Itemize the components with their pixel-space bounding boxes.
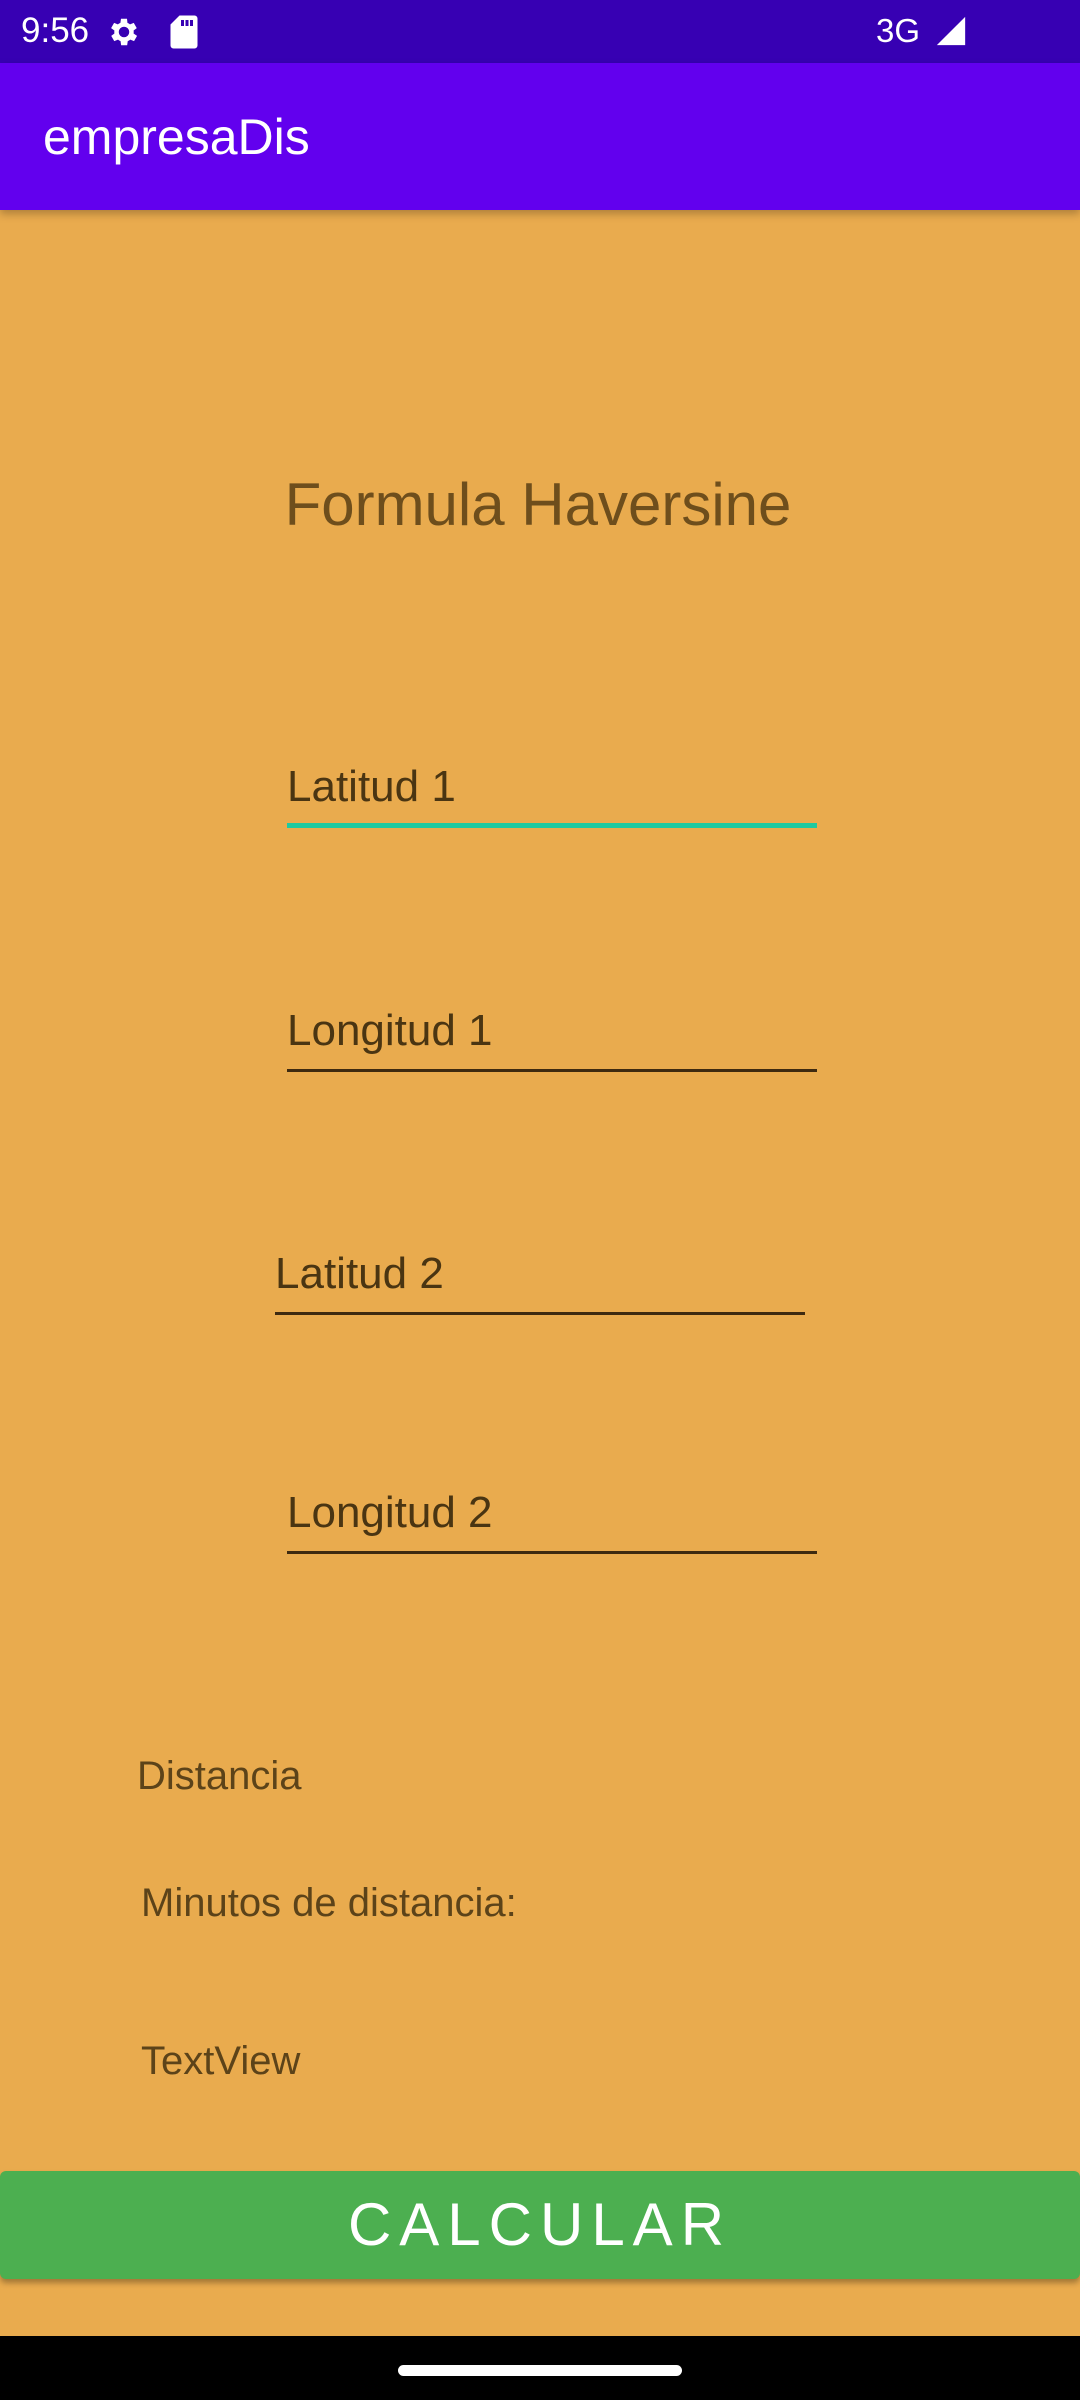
longitude-2-input[interactable]: Longitud 2	[287, 1478, 817, 1554]
latitude-2-input[interactable]: Latitud 2	[275, 1239, 805, 1315]
longitude-2-placeholder: Longitud 2	[287, 1488, 493, 1537]
status-time: 9:56	[21, 11, 90, 50]
app-screen: 9:56 3G empresaDis Formula Haversine Lat…	[0, 0, 1080, 2400]
distance-label: Distancia	[137, 1754, 302, 1798]
home-gesture-handle[interactable]	[398, 2365, 682, 2376]
minutes-distance-label: Minutos de distancia:	[141, 1881, 517, 1925]
calculate-button[interactable]: CALCULAR	[0, 2171, 1080, 2279]
navigation-bar	[0, 2336, 1080, 2400]
sd-card-icon	[168, 14, 200, 55]
network-type: 3G	[876, 12, 921, 49]
app-bar: empresaDis	[0, 63, 1080, 210]
latitude-1-input[interactable]: Latitud 1	[287, 752, 817, 828]
gear-icon	[106, 14, 142, 55]
signal-icon	[934, 14, 968, 53]
result-text: TextView	[141, 2039, 301, 2083]
latitude-2-placeholder: Latitud 2	[275, 1249, 444, 1298]
status-bar: 9:56 3G	[0, 0, 1080, 63]
page-heading: Formula Haversine	[284, 471, 792, 538]
latitude-1-placeholder: Latitud 1	[287, 762, 456, 811]
longitude-1-input[interactable]: Longitud 1	[287, 996, 817, 1072]
longitude-1-placeholder: Longitud 1	[287, 1006, 493, 1055]
app-title: empresaDis	[43, 109, 310, 165]
